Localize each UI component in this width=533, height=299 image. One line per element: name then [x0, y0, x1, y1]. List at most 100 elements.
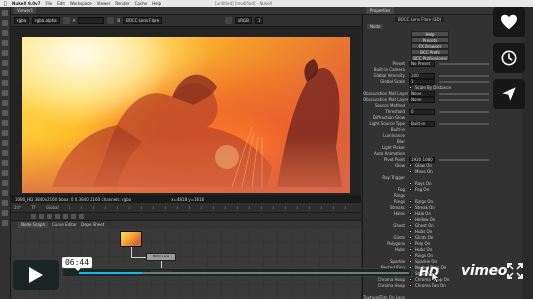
property-slider[interactable] — [439, 93, 489, 95]
property-checkbox[interactable] — [409, 170, 412, 173]
tab-dope-sheet[interactable]: Dope Sheet — [81, 222, 104, 227]
property-checkbox[interactable] — [409, 206, 412, 209]
tab-properties[interactable]: Properties — [366, 7, 395, 14]
property-checkbox[interactable] — [409, 86, 412, 89]
extra-tool-icon-3[interactable] — [2, 210, 8, 216]
property-slider[interactable] — [439, 75, 489, 77]
property-row: Rays On — [363, 181, 498, 186]
property-row: Built-in — [363, 127, 498, 132]
progress-bar[interactable] — [62, 268, 412, 277]
input-b-select[interactable]: BOCC Lens Flare — [123, 17, 163, 24]
bcc-tool-icon[interactable] — [2, 170, 8, 176]
menu-app[interactable]: NukeX 9.0v7 — [12, 1, 40, 6]
property-row: Threshold 0 — [363, 109, 498, 115]
menu-workspace[interactable]: Workspace — [70, 1, 92, 6]
next-keyframe-button[interactable] — [71, 214, 76, 219]
wipe-button[interactable] — [107, 17, 115, 24]
zoom-button[interactable] — [225, 17, 233, 24]
prev-keyframe-button[interactable] — [39, 214, 44, 219]
menu-cache[interactable]: Cache — [135, 1, 147, 6]
property-checkbox[interactable] — [409, 236, 412, 239]
last-frame-button[interactable] — [79, 214, 84, 219]
extra-tool-icon[interactable] — [2, 190, 8, 196]
property-checkbox[interactable] — [409, 212, 412, 215]
apple-icon[interactable]:  — [4, 1, 7, 7]
menu-viewer[interactable]: Viewer — [97, 1, 111, 6]
property-checkbox[interactable] — [409, 224, 412, 227]
image-tool-icon[interactable] — [2, 10, 8, 16]
property-slider[interactable] — [439, 111, 489, 113]
keyer-tool-icon[interactable] — [2, 70, 8, 76]
property-row: Scale By Distance — [363, 85, 498, 90]
input-a-select[interactable] — [78, 17, 105, 24]
tab-node-graph[interactable]: Node Graph — [18, 221, 48, 228]
property-label: Built-in — [390, 127, 405, 132]
transform-tool-icon[interactable] — [2, 90, 8, 96]
extra-tool-icon-2[interactable] — [2, 200, 8, 206]
property-label: Rings — [393, 193, 405, 198]
timeline-ruler[interactable] — [68, 206, 357, 209]
colorspace-select[interactable]: sRGB — [235, 17, 252, 24]
property-checkbox[interactable] — [409, 200, 412, 203]
range-select[interactable]: Global — [46, 205, 59, 210]
plugins-tool-icon[interactable] — [2, 180, 8, 186]
input-a-button[interactable] — [62, 17, 70, 24]
merge-tool-icon[interactable] — [2, 80, 8, 86]
watch-later-button[interactable] — [493, 43, 525, 73]
furnace-tool-icon[interactable] — [2, 160, 8, 166]
property-row: Ghost Ghost On — [363, 223, 498, 228]
property-checkbox[interactable] — [409, 188, 412, 191]
timeline[interactable]: 24* TF Global — [11, 203, 361, 213]
property-slider[interactable] — [439, 159, 489, 161]
property-checkbox[interactable] — [409, 218, 412, 221]
property-checkbox[interactable] — [409, 230, 412, 233]
views-tool-icon[interactable] — [2, 110, 8, 116]
property-label: Hubs — [394, 247, 405, 252]
property-checkbox[interactable] — [409, 242, 412, 245]
share-button[interactable] — [493, 79, 525, 109]
viewer-canvas[interactable] — [11, 27, 361, 195]
menu-edit[interactable]: Edit — [57, 1, 65, 6]
time-tool-icon[interactable] — [2, 30, 8, 36]
property-slider[interactable] — [439, 99, 489, 101]
zoom-field[interactable]: 1 — [254, 17, 264, 24]
tab-viewer1[interactable]: Viewer1 — [14, 7, 37, 14]
like-button[interactable] — [493, 7, 525, 37]
stop-button[interactable] — [55, 214, 60, 219]
property-checkbox[interactable] — [409, 248, 412, 251]
draw-tool-icon[interactable] — [2, 20, 8, 26]
play-button[interactable] — [13, 260, 59, 290]
channel-tool-icon[interactable] — [2, 40, 8, 46]
channel-select[interactable]: rgba — [14, 17, 30, 24]
fullscreen-icon[interactable] — [507, 263, 523, 279]
menu-file[interactable]: File — [45, 1, 52, 6]
tf-field[interactable]: TF — [31, 205, 36, 210]
property-label: Rings — [393, 199, 405, 204]
color-tool-icon[interactable] — [2, 50, 8, 56]
read-node-thumbnail[interactable] — [120, 231, 142, 247]
property-value: Built-in — [411, 121, 426, 126]
play-backward-button[interactable] — [47, 214, 52, 219]
play-forward-button[interactable] — [63, 214, 68, 219]
node-tab[interactable]: Node — [367, 24, 384, 29]
3d-tool-icon[interactable] — [2, 100, 8, 106]
filter-tool-icon[interactable] — [2, 60, 8, 66]
tab-curve-editor[interactable]: Curve Editor — [52, 222, 77, 227]
property-slider[interactable] — [439, 81, 489, 83]
metadata-tool-icon[interactable] — [2, 120, 8, 126]
property-slider[interactable] — [439, 123, 489, 125]
node-name-field[interactable]: BOCC Lens Flare (3D) — [395, 17, 445, 22]
property-checkbox[interactable] — [409, 182, 412, 185]
alpha-select[interactable]: rgba.alpha — [32, 17, 60, 24]
first-frame-button[interactable] — [31, 214, 36, 219]
menu-help[interactable]: Help — [152, 1, 161, 6]
fps-field[interactable]: 24* — [14, 205, 21, 210]
vimeo-logo[interactable]: vimeo — [461, 263, 507, 279]
toolsets-tool-icon[interactable] — [2, 140, 8, 146]
property-slider[interactable] — [439, 63, 489, 65]
property-checkbox[interactable] — [409, 164, 412, 167]
particles-tool-icon[interactable] — [2, 130, 8, 136]
menu-render[interactable]: Render — [115, 1, 129, 6]
other-tool-icon[interactable] — [2, 150, 8, 156]
extra-tool-icon-4[interactable] — [2, 220, 8, 226]
